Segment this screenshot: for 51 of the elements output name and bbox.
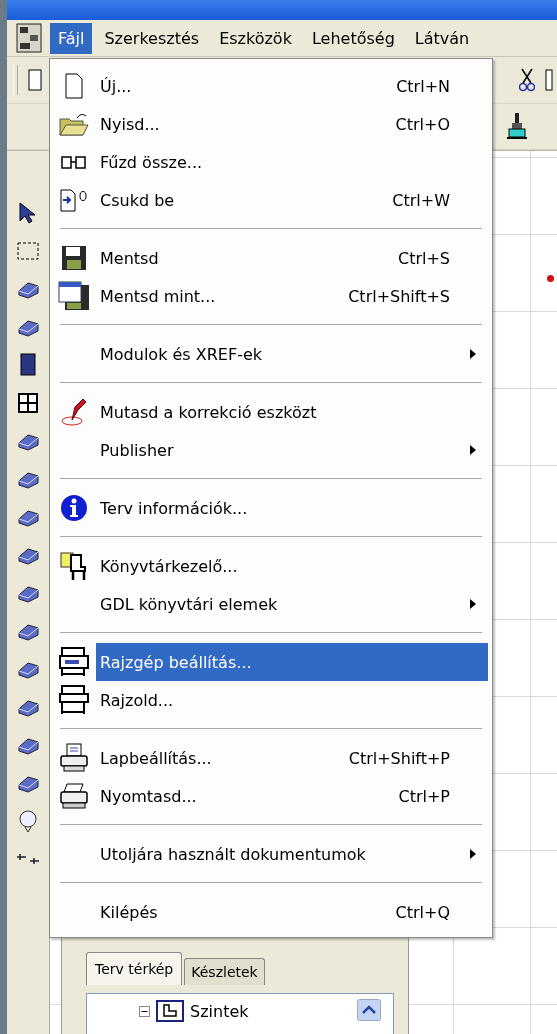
tab[interactable]: Terv térkép (86, 952, 183, 985)
toolbar-grip (13, 64, 18, 95)
menu-item[interactable]: Csukd be Ctrl+W (96, 181, 488, 219)
point-marker (547, 275, 554, 282)
scissors-icon[interactable] (519, 67, 535, 92)
page-icon (64, 73, 84, 99)
menu-item[interactable]: GDL könyvtári elemek (96, 585, 488, 623)
menu-item[interactable]: Terv információk... (96, 489, 488, 527)
menu-item[interactable]: Rajzgép beállítás... (96, 643, 488, 681)
window-icon[interactable] (16, 391, 40, 415)
tab[interactable]: Készletek (184, 958, 265, 985)
lamp-icon[interactable] (16, 809, 40, 833)
new-page-icon[interactable] (28, 68, 42, 91)
plotter-icon (58, 684, 90, 716)
pen-icon (59, 397, 89, 427)
menu-item[interactable]: Publisher (96, 431, 488, 469)
plotter-icon (58, 646, 90, 678)
floppy-disks-icon (58, 281, 90, 311)
menu-item[interactable]: Fűzd össze... (96, 143, 488, 181)
menu-item[interactable]: Új... Ctrl+N (96, 67, 488, 105)
menu-bar-item[interactable]: Fájl (50, 22, 93, 54)
info-icon (60, 494, 88, 522)
marquee-icon[interactable] (16, 239, 40, 263)
menu-item[interactable]: Mentsd Ctrl+S (96, 239, 488, 277)
linked-boxes-icon (61, 154, 87, 170)
paint-brush-icon[interactable] (507, 112, 527, 141)
menu-bar-item[interactable]: Lehetőség (303, 22, 403, 54)
menu-item[interactable]: Utoljára használt dokumentumok (96, 835, 488, 873)
menu-item[interactable]: Lapbeállítás... Ctrl+Shift+P (96, 739, 488, 777)
menu-item[interactable]: Nyisd... Ctrl+O (96, 105, 488, 143)
menu-bar-item[interactable]: Eszközök (211, 22, 300, 54)
menu-item[interactable]: Mentsd mint... Ctrl+Shift+S (96, 277, 488, 315)
menu-item[interactable]: Kilépés Ctrl+Q (96, 893, 488, 931)
menu-item[interactable]: Nyomtasd... Ctrl+P (96, 777, 488, 815)
menu-item[interactable]: Rajzold... (96, 681, 488, 719)
menu-item[interactable]: Mutasd a korrekció eszközt (96, 393, 488, 431)
chair-icon (59, 551, 89, 581)
page-arrow-icon (59, 187, 89, 213)
floor-plan-icon (156, 1000, 184, 1022)
folder-icon (59, 111, 89, 137)
menu-bar-item[interactable]: Látván (406, 22, 478, 54)
toolbar-icon[interactable] (545, 67, 553, 92)
printer-icon (58, 782, 90, 810)
menu-item[interactable]: Modulok és XREF-ek (96, 335, 488, 373)
collapse-icon[interactable] (139, 1005, 150, 1017)
scroll-up-button[interactable] (357, 999, 381, 1021)
menu-bar-item[interactable]: Szerkesztés (96, 22, 208, 54)
tree-item[interactable]: Szintek (190, 1001, 249, 1021)
printer-page-icon (58, 743, 90, 773)
menu-item[interactable]: Könyvtárkezelő... (96, 547, 488, 585)
app-icon[interactable] (16, 23, 42, 53)
